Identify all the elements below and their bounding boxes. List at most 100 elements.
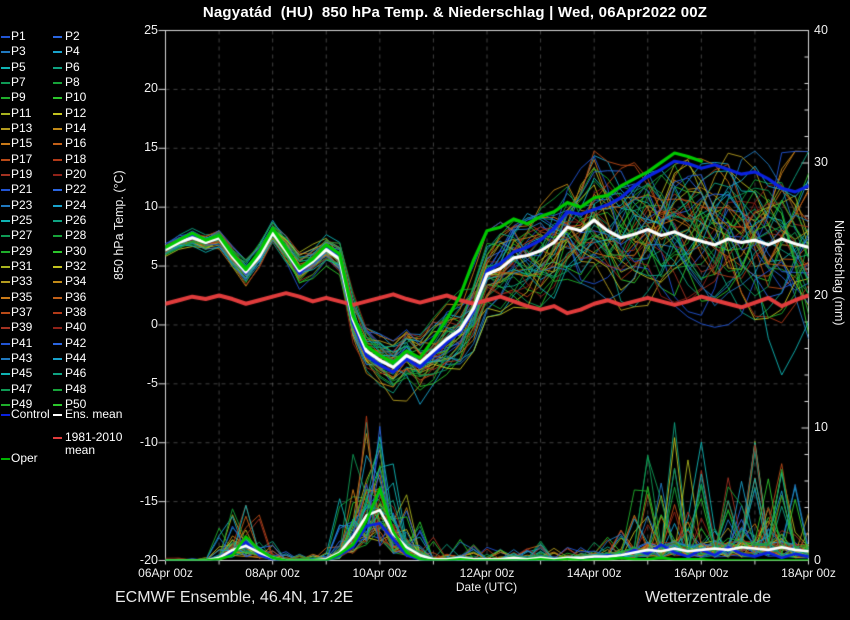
y-right-tick-label: 10	[814, 420, 828, 434]
legend-label: P39	[11, 321, 32, 334]
legend-swatch	[1, 373, 10, 375]
legend-label: P47	[11, 383, 32, 396]
x-tick-label: 16Apr 00z	[656, 566, 746, 580]
legend-swatch	[1, 343, 10, 345]
legend-label: P4	[65, 45, 80, 58]
y-left-tick-label: -5	[114, 376, 158, 390]
x-tick-label: 10Apr 00z	[335, 566, 425, 580]
legend-label: P13	[11, 122, 32, 135]
legend-swatch	[53, 51, 62, 53]
y-right-tick-label: 30	[814, 155, 828, 169]
legend-swatch	[53, 36, 62, 38]
legend-label: P18	[65, 153, 86, 166]
legend-swatch	[1, 327, 10, 329]
legend-label: P14	[65, 122, 86, 135]
legend-swatch	[53, 82, 62, 84]
legend-swatch	[1, 205, 10, 207]
legend-swatch	[53, 113, 62, 115]
legend-label: P15	[11, 137, 32, 150]
legend-label: P31	[11, 260, 32, 273]
legend-swatch	[1, 220, 10, 222]
y-left-tick-label: 20	[114, 81, 158, 95]
legend-swatch	[53, 343, 62, 345]
legend-label: P45	[11, 367, 32, 380]
legend-label: P40	[65, 321, 86, 334]
legend-swatch	[1, 97, 10, 99]
legend-swatch	[53, 281, 62, 283]
legend-swatch	[1, 174, 10, 176]
legend-label: P16	[65, 137, 86, 150]
legend-label: P46	[65, 367, 86, 380]
x-tick-label: 14Apr 00z	[549, 566, 639, 580]
x-tick-label: 18Apr 00z	[764, 566, 850, 580]
legend-swatch	[1, 82, 10, 84]
y-left-tick-label: 0	[114, 317, 158, 331]
legend-label: P9	[11, 91, 26, 104]
legend-label: P44	[65, 352, 86, 365]
legend-swatch	[1, 235, 10, 237]
legend-label: P3	[11, 45, 26, 58]
legend-swatch	[1, 414, 10, 416]
legend-label: P27	[11, 229, 32, 242]
legend-label: P25	[11, 214, 32, 227]
legend-swatch	[53, 97, 62, 99]
legend-label: P33	[11, 275, 32, 288]
legend-swatch	[1, 67, 10, 69]
legend-label: P1	[11, 30, 26, 43]
legend-label: P29	[11, 245, 32, 258]
legend-label: P24	[65, 199, 86, 212]
legend-label: P35	[11, 291, 32, 304]
site-credit: Wetterzentrale.de	[645, 589, 771, 607]
legend-swatch	[53, 437, 62, 439]
legend-label: P20	[65, 168, 86, 181]
legend-swatch	[1, 266, 10, 268]
y-right-tick-label: 40	[814, 23, 828, 37]
model-info-text: ECMWF Ensemble, 46.4N, 17.2E	[115, 589, 353, 607]
legend-label: P10	[65, 91, 86, 104]
legend-swatch	[1, 128, 10, 130]
legend-label: P32	[65, 260, 86, 273]
legend-swatch	[53, 159, 62, 161]
legend-swatch	[1, 281, 10, 283]
y-left-tick-label: -10	[114, 435, 158, 449]
legend-swatch	[53, 189, 62, 191]
y-right-tick-label: 20	[814, 288, 828, 302]
legend-swatch	[53, 220, 62, 222]
legend-swatch	[53, 128, 62, 130]
legend-label: P7	[11, 76, 26, 89]
legend-label: P34	[65, 275, 86, 288]
legend-label: Ens. mean	[65, 408, 122, 421]
legend-swatch	[53, 312, 62, 314]
legend-label: P28	[65, 229, 86, 242]
legend-label: P11	[11, 107, 31, 120]
legend-label: P6	[65, 61, 80, 74]
legend-swatch	[53, 358, 62, 360]
legend-swatch	[1, 159, 10, 161]
legend-swatch	[1, 312, 10, 314]
legend-swatch	[53, 389, 62, 391]
legend-swatch	[1, 404, 10, 406]
legend-swatch	[1, 297, 10, 299]
legend-swatch	[53, 266, 62, 268]
legend-label: P12	[65, 107, 86, 120]
legend-label: P48	[65, 383, 86, 396]
legend-label: P30	[65, 245, 86, 258]
y-left-tick-label: 15	[114, 140, 158, 154]
legend-swatch	[1, 189, 10, 191]
legend-label: P5	[11, 61, 26, 74]
legend-label: P26	[65, 214, 86, 227]
y-left-tick-label: -15	[114, 494, 158, 508]
legend-swatch	[53, 143, 62, 145]
legend-swatch	[1, 143, 10, 145]
ensemble-meteogram: Nagyatád (HU) 850 hPa Temp. & Niederschl…	[0, 0, 850, 620]
legend-swatch	[1, 389, 10, 391]
legend-label: Oper	[11, 452, 38, 465]
legend-label: P42	[65, 337, 86, 350]
y-axis-left-title: 850 hPa Temp. (°C)	[112, 170, 126, 280]
legend-swatch	[1, 36, 10, 38]
legend-label: P21	[11, 183, 32, 196]
legend-swatch	[53, 205, 62, 207]
legend-swatch	[53, 414, 62, 416]
legend-swatch	[53, 67, 62, 69]
x-tick-label: 08Apr 00z	[228, 566, 318, 580]
